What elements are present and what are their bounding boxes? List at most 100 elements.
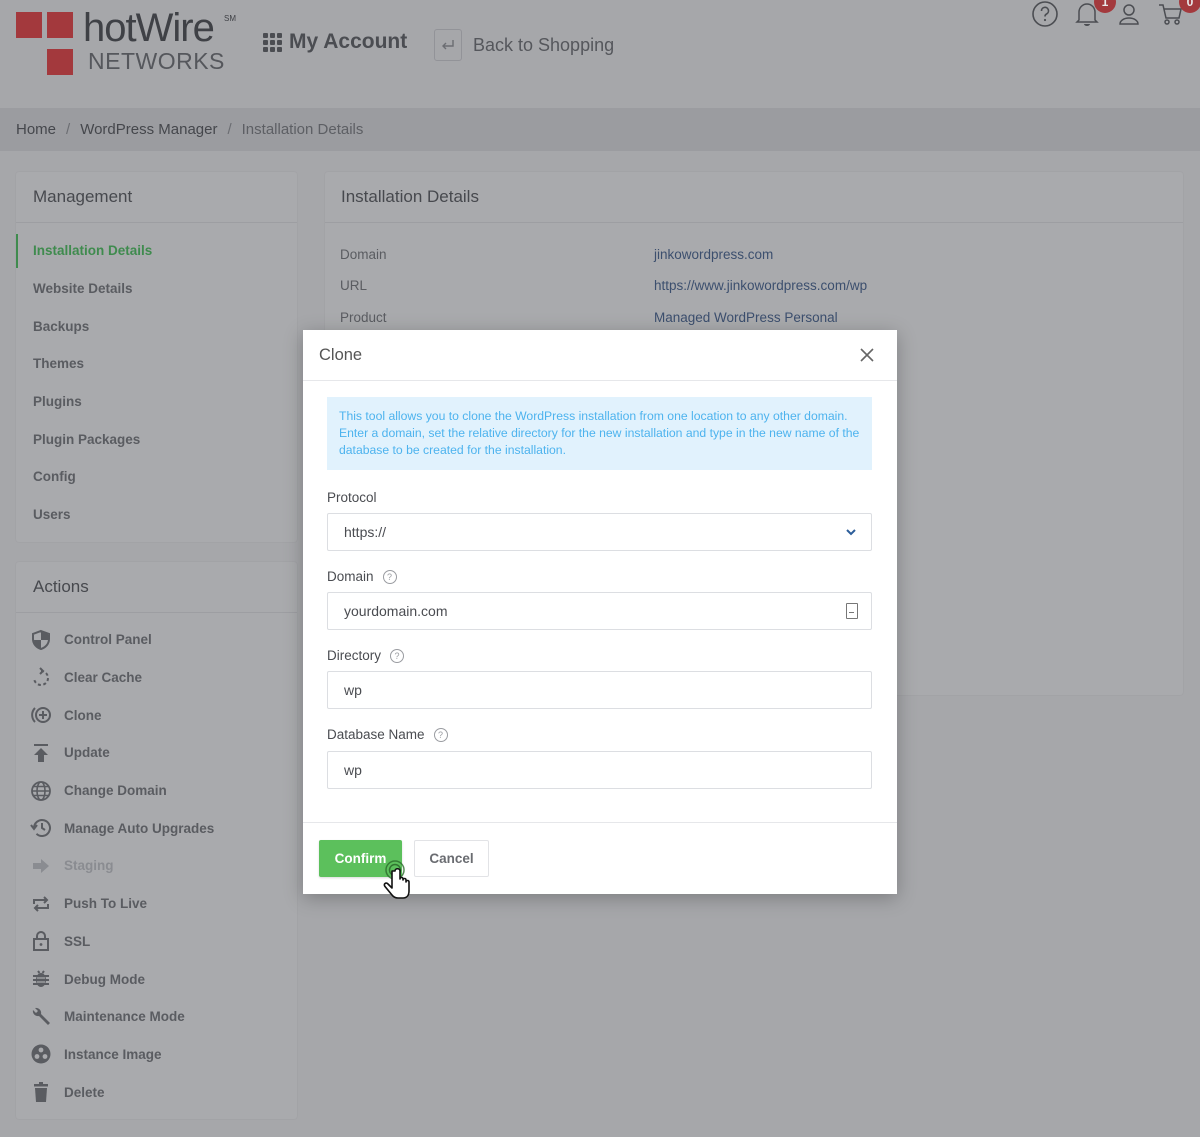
shield-icon	[29, 628, 53, 652]
domain-input[interactable]: yourdomain.com	[327, 592, 872, 630]
action-update[interactable]: Update	[16, 734, 297, 772]
protocol-select[interactable]: https://	[327, 513, 872, 551]
detail-key: Domain	[340, 247, 387, 262]
logo-wordmark: hotWire	[83, 6, 215, 50]
protocol-label-text: Protocol	[327, 490, 377, 505]
action-label: Maintenance Mode	[64, 1009, 185, 1025]
directory-input[interactable]: wp	[327, 671, 872, 709]
action-clone[interactable]: Clone	[16, 696, 297, 734]
clone-modal: Clone This tool allows you to clone the …	[303, 330, 897, 894]
action-staging: Staging	[16, 847, 297, 885]
refresh-icon	[29, 666, 53, 690]
return-arrow-icon	[434, 29, 462, 61]
logo-square	[47, 12, 73, 38]
sidebar-item-config[interactable]: Config	[16, 458, 297, 496]
help-icon[interactable]: ?	[382, 569, 397, 584]
sidebar-item-users[interactable]: Users	[16, 496, 297, 534]
actions-title: Actions	[16, 562, 297, 613]
detail-value-link[interactable]: Managed WordPress Personal	[654, 310, 838, 325]
sidebar-item-plugins[interactable]: Plugins	[16, 383, 297, 421]
help-icon[interactable]: ?	[390, 648, 405, 663]
management-title: Management	[16, 172, 297, 223]
my-account-label: My Account	[289, 30, 408, 53]
actions-panel: Actions Control Panel Clear Cache Clone …	[16, 562, 297, 1119]
image-circle-icon	[29, 1042, 53, 1066]
action-delete[interactable]: Delete	[16, 1073, 297, 1111]
action-change-domain[interactable]: Change Domain	[16, 772, 297, 810]
hotwire-logo[interactable]: hotWire SM NETWORKS	[16, 6, 246, 76]
management-panel: Management Installation Details Website …	[16, 172, 297, 542]
help-icon[interactable]: ?	[433, 727, 448, 742]
autofill-contact-icon[interactable]	[846, 603, 858, 619]
history-icon	[29, 816, 53, 840]
action-control-panel[interactable]: Control Panel	[16, 621, 297, 659]
help-circle-icon[interactable]	[1031, 0, 1061, 30]
globe-icon	[29, 779, 53, 803]
logo-service-mark: SM	[224, 14, 236, 23]
repeat-icon	[29, 892, 53, 916]
domain-label: Domain ?	[327, 569, 397, 584]
logo-subtitle: NETWORKS	[88, 48, 225, 74]
action-label: Update	[64, 745, 110, 761]
back-to-shopping-link[interactable]: Back to Shopping	[434, 29, 614, 61]
domain-label-text: Domain	[327, 569, 374, 584]
action-label: Manage Auto Upgrades	[64, 820, 215, 836]
lock-icon	[29, 929, 53, 953]
action-label: Clone	[64, 707, 102, 723]
action-manage-auto-upgrades[interactable]: Manage Auto Upgrades	[16, 809, 297, 847]
database-name-input[interactable]: wp	[327, 751, 872, 789]
database-name-label-text: Database Name	[327, 727, 425, 742]
arrow-right-icon	[29, 854, 53, 878]
close-icon[interactable]	[857, 345, 877, 365]
chevron-down-icon	[846, 529, 856, 536]
action-label: SSL	[64, 933, 91, 949]
detail-value-link[interactable]: https://www.jinkowordpress.com/wp	[654, 278, 867, 293]
confirm-button[interactable]: Confirm	[319, 840, 402, 877]
detail-key: URL	[340, 278, 368, 293]
my-account-link[interactable]: My Account	[263, 30, 407, 54]
breadcrumb-home[interactable]: Home	[16, 121, 56, 138]
breadcrumb-wordpress-manager[interactable]: WordPress Manager	[80, 121, 217, 138]
action-clear-cache[interactable]: Clear Cache	[16, 659, 297, 697]
action-ssl[interactable]: SSL	[16, 923, 297, 961]
protocol-selected-value: https://	[344, 524, 387, 540]
action-debug-mode[interactable]: Debug Mode	[16, 960, 297, 998]
database-name-input-value: wp	[344, 762, 362, 778]
directory-label: Directory ?	[327, 648, 405, 663]
clone-icon	[29, 703, 53, 727]
action-label: Debug Mode	[64, 971, 145, 987]
modal-header: Clone	[303, 330, 897, 381]
directory-input-value: wp	[344, 682, 362, 698]
detail-value-link[interactable]: jinkowordpress.com	[654, 247, 773, 262]
sidebar-item-backups[interactable]: Backups	[16, 307, 297, 345]
modal-footer-divider	[303, 822, 897, 823]
top-header: hotWire SM NETWORKS My Account Back to S…	[0, 0, 1200, 108]
protocol-label: Protocol	[327, 490, 377, 505]
cancel-button[interactable]: Cancel	[414, 840, 489, 877]
bell-icon[interactable]: 1	[1074, 0, 1116, 30]
user-icon[interactable]	[1116, 0, 1146, 30]
action-label: Delete	[64, 1084, 105, 1100]
action-instance-image[interactable]: Instance Image	[16, 1036, 297, 1074]
sidebar-item-plugin-packages[interactable]: Plugin Packages	[16, 420, 297, 458]
trash-icon	[29, 1080, 53, 1104]
upload-icon	[29, 741, 53, 765]
action-label: Clear Cache	[64, 670, 143, 686]
detail-key: Product	[340, 310, 387, 325]
logo-square	[47, 49, 73, 75]
breadcrumb-separator: /	[66, 121, 71, 138]
action-label: Instance Image	[64, 1046, 162, 1062]
bug-icon	[29, 967, 53, 991]
action-push-to-live[interactable]: Push To Live	[16, 885, 297, 923]
breadcrumb-current: Installation Details	[241, 121, 364, 138]
sidebar-item-themes[interactable]: Themes	[16, 345, 297, 383]
database-name-label: Database Name ?	[327, 727, 448, 742]
cart-icon[interactable]: 0	[1157, 0, 1200, 30]
sidebar-item-website-details[interactable]: Website Details	[16, 270, 297, 308]
sidebar-item-installation-details[interactable]: Installation Details	[16, 232, 297, 270]
wrench-icon	[29, 1005, 53, 1029]
info-alert: This tool allows you to clone the WordPr…	[327, 397, 872, 470]
action-maintenance-mode[interactable]: Maintenance Mode	[16, 998, 297, 1036]
back-to-shopping-label: Back to Shopping	[473, 34, 615, 55]
breadcrumb: Home / WordPress Manager / Installation …	[0, 108, 1200, 151]
